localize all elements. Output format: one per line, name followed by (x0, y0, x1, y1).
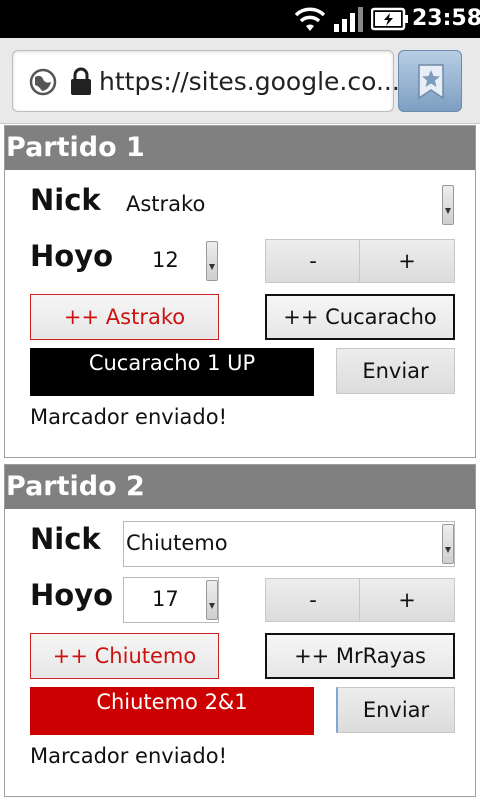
nick-label: Nick (30, 522, 101, 556)
score-display: Chiutemo 2&1 (30, 687, 314, 735)
hole-plus-button[interactable]: + (359, 578, 455, 622)
score-display: Cucaracho 1 UP (30, 348, 314, 396)
dropdown-arrow-icon (206, 241, 218, 281)
hole-minus-button[interactable]: - (265, 578, 361, 622)
send-button[interactable]: Enviar (336, 687, 455, 733)
url-text: https://sites.google.co... (99, 67, 400, 96)
nick-select-value: Astrako (126, 192, 206, 216)
hole-select-value: 17 (152, 587, 179, 611)
player1-point-button[interactable]: ++ Astrako (30, 294, 219, 340)
player1-point-button[interactable]: ++ Chiutemo (30, 633, 219, 679)
dropdown-arrow-icon (442, 524, 454, 564)
panel-title: Partido 2 (5, 465, 475, 509)
status-bar: 23:58 (0, 0, 480, 38)
hole-plus-button[interactable]: + (359, 239, 455, 283)
dropdown-arrow-icon (442, 185, 454, 225)
browser-toolbar: https://sites.google.co... (0, 38, 480, 124)
nick-label: Nick (30, 183, 101, 217)
hole-label: Hoyo (30, 578, 114, 612)
status-message: Marcador enviado! (30, 405, 228, 429)
hole-select[interactable]: 17 (123, 577, 219, 623)
panel-title: Partido 1 (5, 126, 475, 170)
nick-select[interactable]: Astrako (123, 182, 455, 228)
hole-minus-button[interactable]: - (265, 239, 361, 283)
match-panel-2: Partido 2 Nick Chiutemo Hoyo 17 - + ++ C… (4, 464, 476, 797)
url-field[interactable]: https://sites.google.co... (12, 50, 400, 112)
lock-icon (71, 67, 91, 95)
wifi-icon (294, 7, 326, 31)
battery-charging-icon (371, 7, 408, 31)
nick-select-value: Chiutemo (126, 531, 228, 555)
dropdown-arrow-icon (206, 580, 218, 620)
status-message: Marcador enviado! (30, 744, 228, 768)
player2-point-button[interactable]: ++ Cucaracho (265, 294, 455, 340)
bookmark-button[interactable] (398, 50, 462, 112)
globe-icon (29, 68, 57, 96)
bookmark-star-icon (418, 64, 444, 100)
clock: 23:58 (412, 6, 480, 31)
send-button[interactable]: Enviar (336, 348, 455, 394)
nick-select[interactable]: Chiutemo (123, 521, 455, 567)
hole-select[interactable]: 12 (123, 238, 219, 284)
signal-icon (334, 7, 363, 32)
hole-label: Hoyo (30, 239, 114, 273)
hole-select-value: 12 (152, 248, 179, 272)
match-panel-1: Partido 1 Nick Astrako Hoyo 12 - + ++ As… (4, 125, 476, 458)
player2-point-button[interactable]: ++ MrRayas (265, 633, 455, 679)
